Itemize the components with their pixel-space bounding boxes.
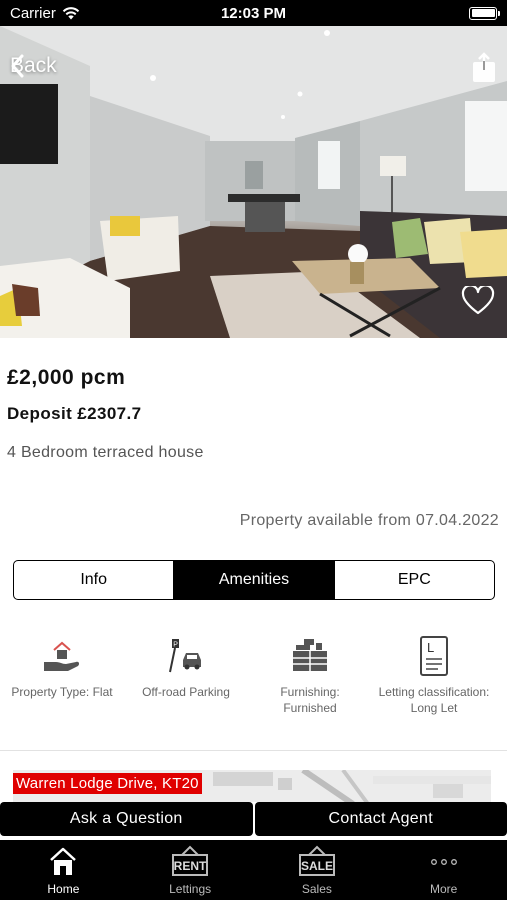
- bottom-nav: Home RENT Lettings SALE Sales More: [0, 840, 507, 900]
- nav-home[interactable]: Home: [0, 840, 127, 900]
- rent-sign-icon: RENT: [172, 845, 209, 876]
- availability-date: Property available from 07.04.2022: [239, 512, 499, 529]
- carrier-label: Carrier: [10, 4, 56, 22]
- nav-label: More: [429, 882, 458, 896]
- action-bar: Ask a Question Contact Agent: [0, 802, 507, 836]
- more-dots-icon: [430, 859, 457, 865]
- house-in-hand-icon: [44, 641, 80, 671]
- property-photo[interactable]: Back: [0, 26, 507, 338]
- map-address-label: Warren Lodge Drive, KT20: [13, 773, 202, 794]
- chevron-left-icon: [11, 54, 24, 78]
- contact-agent-button[interactable]: Contact Agent: [254, 802, 507, 836]
- favourite-button[interactable]: [461, 286, 495, 316]
- amenity-label: Letting classification: Long Let: [378, 685, 490, 715]
- nav-lettings[interactable]: RENT Lettings: [127, 840, 254, 900]
- tab-info[interactable]: Info: [14, 561, 173, 599]
- detail-tabs: Info Amenities EPC: [13, 560, 495, 600]
- share-button[interactable]: [471, 52, 497, 84]
- price: £2,000 pcm: [7, 366, 126, 389]
- nav-label: Home: [47, 882, 80, 896]
- status-left: Carrier: [10, 5, 80, 22]
- sale-sign-icon: SALE: [298, 845, 335, 876]
- letting-document-icon: L: [420, 636, 448, 676]
- tab-epc[interactable]: EPC: [333, 561, 494, 599]
- amenity-label: Furnishing: Furnished: [280, 685, 340, 715]
- wifi-icon: [62, 6, 80, 19]
- svg-text:P: P: [173, 642, 178, 649]
- ask-question-button[interactable]: Ask a Question: [0, 802, 253, 836]
- amenity-label: Off-road Parking: [142, 685, 230, 699]
- living-room-illustration: [0, 26, 507, 338]
- battery-icon: [469, 6, 500, 20]
- amenity-letting-classification: L Letting classification: Long Let: [372, 634, 496, 716]
- status-bar: Carrier 12:03 PM: [0, 0, 507, 26]
- furniture-icon: [293, 639, 327, 671]
- property-description: 4 Bedroom terraced house: [7, 444, 204, 461]
- sale-sign-text: SALE: [301, 859, 333, 873]
- share-icon: [473, 52, 495, 82]
- home-icon: [50, 847, 77, 875]
- heart-icon: [461, 286, 495, 315]
- nav-more[interactable]: More: [380, 840, 507, 900]
- back-button[interactable]: Back: [10, 54, 57, 78]
- deposit: Deposit £2307.7: [7, 404, 142, 423]
- location-map[interactable]: Warren Lodge Drive, KT20: [13, 770, 491, 804]
- nav-sales[interactable]: SALE Sales: [254, 840, 381, 900]
- amenity-label: Property Type: Flat: [11, 685, 113, 699]
- amenities-list: Property Type: Flat P Off-road Parking F…: [0, 634, 507, 716]
- nav-label: Lettings: [169, 882, 212, 896]
- amenity-furnishing: Furnishing: Furnished: [248, 634, 372, 716]
- rent-sign-text: RENT: [174, 859, 207, 873]
- section-divider: [0, 750, 507, 751]
- parking-car-icon: P: [169, 639, 201, 673]
- nav-label: Sales: [301, 882, 332, 896]
- svg-text:L: L: [427, 640, 434, 655]
- amenity-property-type: Property Type: Flat: [0, 634, 124, 716]
- tab-amenities[interactable]: Amenities: [173, 561, 334, 599]
- amenity-parking: P Off-road Parking: [124, 634, 248, 716]
